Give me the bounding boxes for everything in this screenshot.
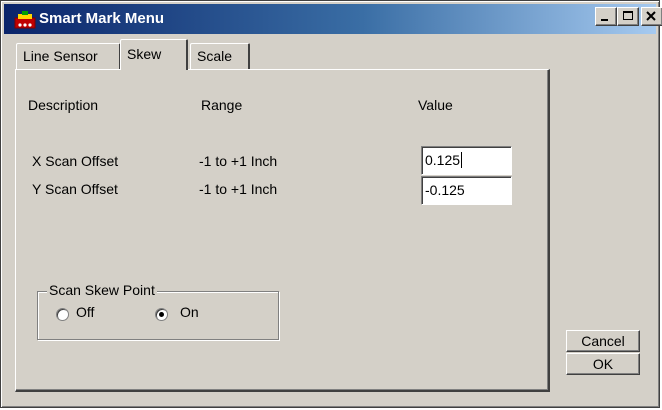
title-bar[interactable]: Smart Mark Menu (4, 4, 656, 34)
tab-line-sensor[interactable]: Line Sensor (16, 43, 121, 69)
close-button[interactable] (641, 7, 662, 26)
tab-skew[interactable]: Skew (120, 39, 188, 70)
on-radio[interactable] (155, 308, 168, 321)
app-icon (14, 11, 36, 29)
tab-label: Line Sensor (23, 48, 98, 64)
maximize-icon (623, 11, 633, 20)
close-icon (646, 11, 656, 21)
description-header: Description (28, 97, 99, 113)
y-offset-label: Y Scan Offset (32, 181, 118, 197)
off-radio[interactable] (56, 308, 69, 321)
cancel-button[interactable]: Cancel (566, 330, 640, 352)
minimize-button[interactable] (595, 7, 617, 26)
tab-label: Skew (127, 46, 162, 62)
x-offset-range: -1 to +1 Inch (199, 153, 278, 169)
tab-scale[interactable]: Scale (190, 43, 250, 69)
skew-tab-panel: Description Range Value X Scan Offset -1… (15, 69, 550, 392)
text-caret (461, 152, 463, 168)
value-header: Value (418, 97, 453, 113)
y-offset-input[interactable]: -0.125 (421, 176, 512, 205)
range-header: Range (201, 97, 243, 113)
x-offset-value: 0.125 (425, 152, 461, 168)
ok-button[interactable]: OK (566, 353, 640, 375)
smart-mark-window: Smart Mark Menu Line Sensor Skew Scale D… (0, 0, 662, 408)
tab-label: Scale (197, 48, 233, 64)
x-offset-label: X Scan Offset (32, 153, 119, 169)
x-offset-input[interactable]: 0.125 (421, 146, 512, 175)
y-offset-value: -0.125 (425, 182, 465, 198)
off-radio-label[interactable]: Off (76, 304, 94, 320)
minimize-icon (601, 19, 608, 21)
window-title: Smart Mark Menu (39, 10, 165, 27)
on-radio-label[interactable]: On (180, 304, 199, 320)
y-offset-range: -1 to +1 Inch (199, 181, 278, 197)
scan-skew-point-legend: Scan Skew Point (47, 282, 157, 298)
maximize-button[interactable] (617, 7, 639, 26)
radio-selected-dot (159, 312, 164, 317)
